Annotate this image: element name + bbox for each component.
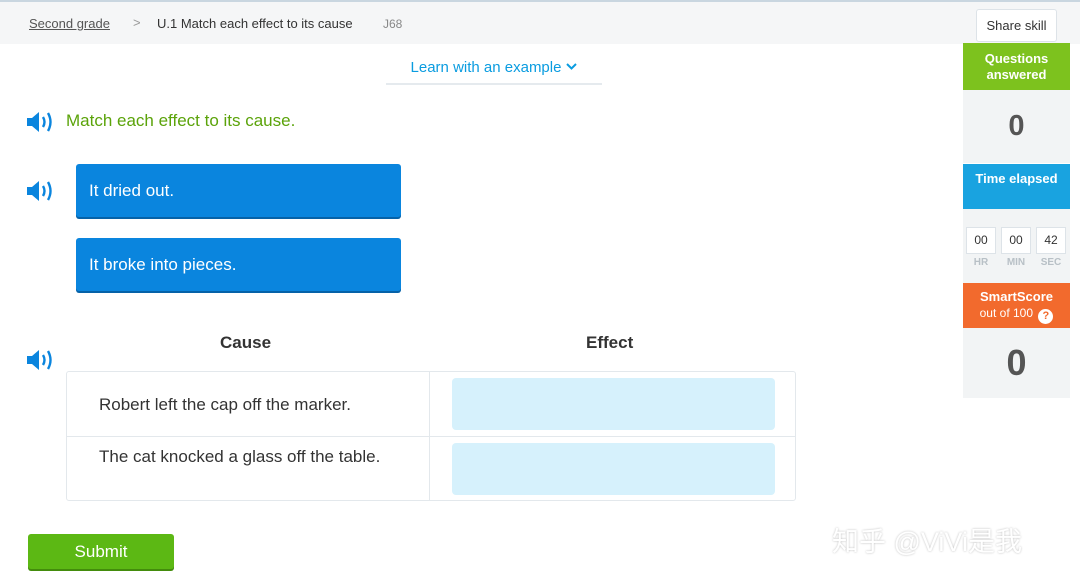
cause-cell: Robert left the cap off the marker.: [99, 395, 351, 414]
breadcrumb-grade-link[interactable]: Second grade: [29, 16, 110, 31]
learn-with-example-label: Learn with an example: [410, 59, 562, 76]
chevron-down-icon: [566, 48, 578, 84]
time-minutes-label: MIN: [1006, 257, 1026, 268]
help-icon[interactable]: ?: [1038, 309, 1054, 324]
smartscore-value: 0: [963, 328, 1070, 398]
submit-button[interactable]: Submit: [28, 534, 174, 569]
time-hours: 00: [966, 227, 996, 254]
time-elapsed-panel: 00 00 42 HR MIN SEC: [963, 209, 1070, 283]
effect-tile[interactable]: It broke into pieces.: [76, 238, 401, 291]
cause-cell: The cat knocked a glass off the table.: [99, 447, 381, 466]
row-divider: [67, 436, 795, 437]
cause-column-header: Cause: [220, 333, 272, 352]
time-elapsed-header: Time elapsed: [963, 164, 1070, 209]
smartscore-header: SmartScore out of 100 ?: [963, 283, 1070, 328]
match-table: Robert left the cap off the marker. The …: [66, 371, 796, 501]
skill-code: J68: [383, 17, 403, 31]
question-instruction: Match each effect to its cause.: [66, 111, 296, 130]
top-bar: Second grade > U.1 Match each effect to …: [0, 0, 1080, 44]
time-seconds: 42: [1036, 227, 1066, 254]
effect-drop-zone[interactable]: [452, 378, 775, 430]
time-minutes: 00: [1001, 227, 1031, 254]
questions-answered-count: 0: [963, 90, 1070, 163]
share-skill-button[interactable]: Share skill: [976, 9, 1057, 42]
smartscore-title: SmartScore: [980, 289, 1053, 304]
watermark: 知乎 @ViVi是我: [832, 527, 1022, 557]
smartscore-subtitle-text: out of 100: [979, 306, 1034, 320]
time-hours-label: HR: [973, 257, 989, 268]
questions-answered-header: Questions answered: [963, 43, 1070, 90]
effect-column-header: Effect: [586, 333, 634, 352]
time-seconds-label: SEC: [1040, 257, 1062, 268]
speaker-icon[interactable]: [25, 348, 57, 372]
smartscore-subtitle: out of 100 ?: [963, 305, 1070, 324]
speaker-icon[interactable]: [25, 110, 57, 134]
effect-tile[interactable]: It dried out.: [76, 164, 401, 217]
effect-drop-zone[interactable]: [452, 443, 775, 495]
learn-with-example-link[interactable]: Learn with an example: [386, 48, 602, 85]
speaker-icon[interactable]: [25, 179, 57, 203]
skill-title: U.1 Match each effect to its cause: [157, 16, 353, 31]
breadcrumb-separator: >: [133, 15, 141, 30]
